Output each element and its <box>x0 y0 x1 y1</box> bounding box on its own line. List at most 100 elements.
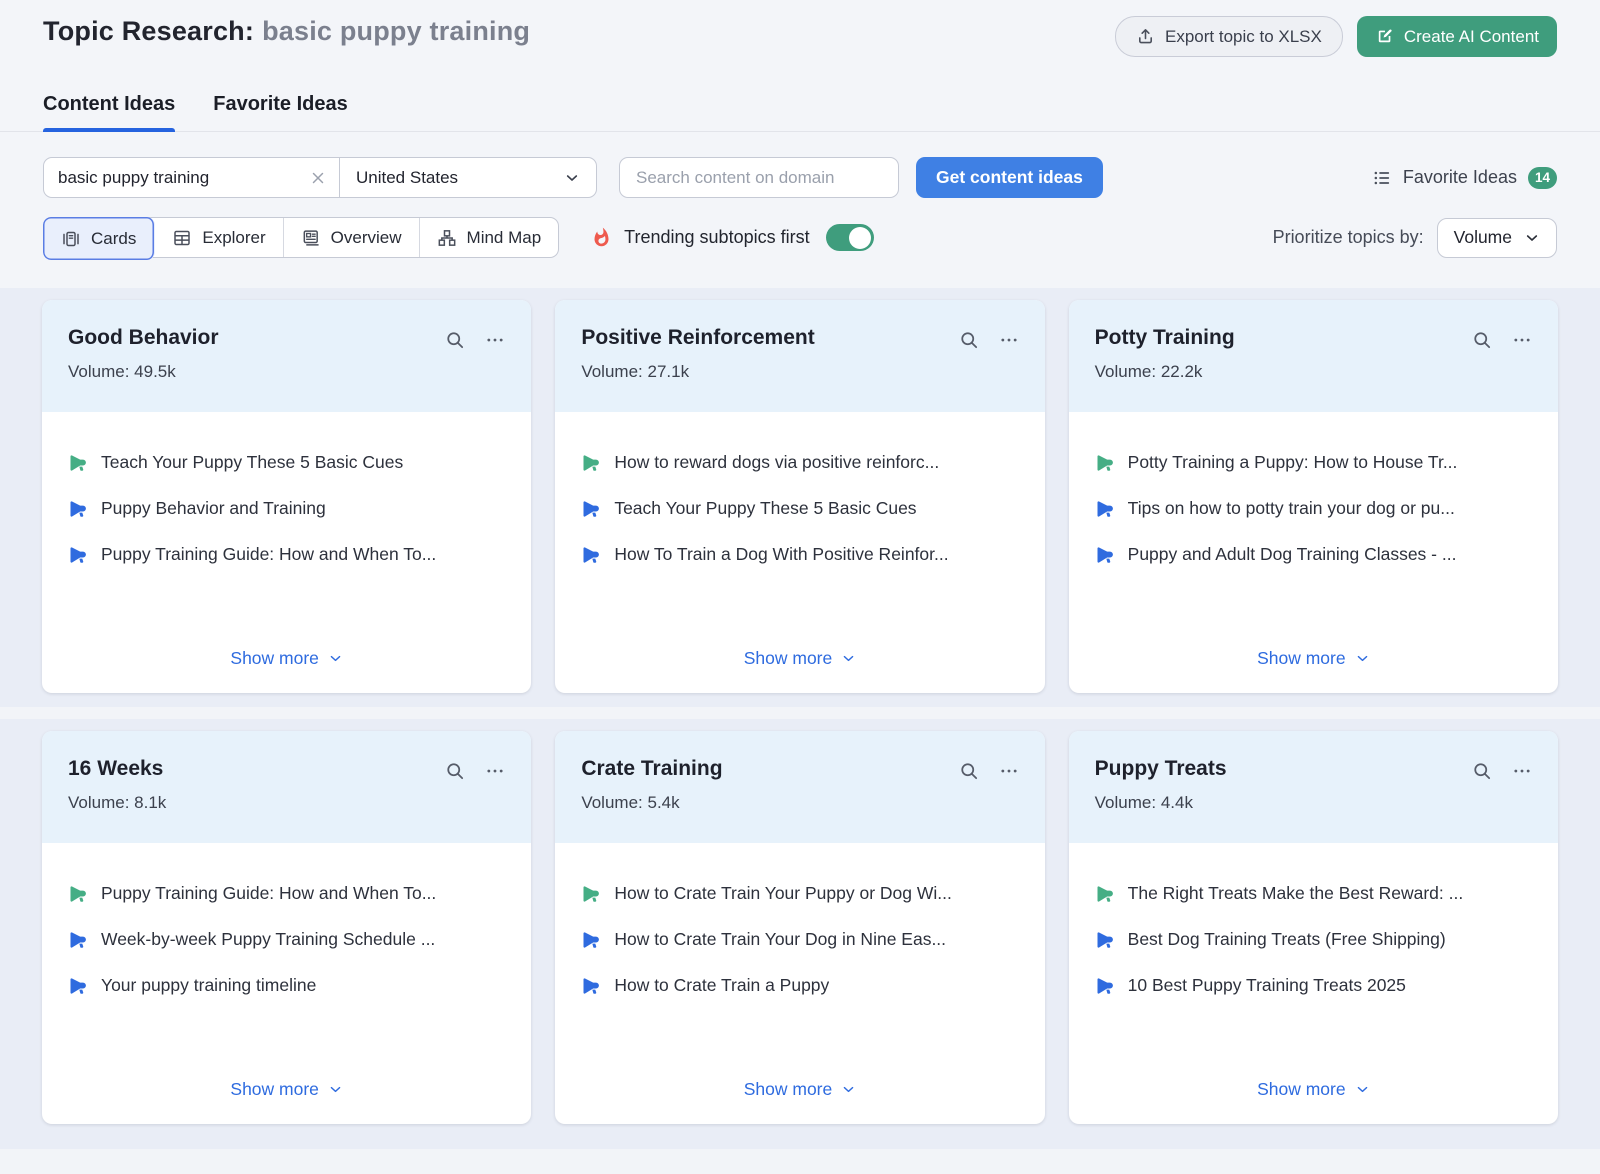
clear-keyword-icon[interactable] <box>309 169 327 187</box>
tab-favorite-ideas[interactable]: Favorite Ideas <box>213 93 348 131</box>
search-topic-icon[interactable] <box>959 761 979 781</box>
favorites-count-badge: 14 <box>1528 167 1557 189</box>
megaphone-icon <box>68 976 88 996</box>
list-icon <box>1372 168 1392 188</box>
chevron-down-icon <box>841 651 856 666</box>
megaphone-icon <box>581 884 601 904</box>
content-idea[interactable]: How to Crate Train a Puppy <box>581 975 1018 996</box>
content-idea[interactable]: Puppy Training Guide: How and When To... <box>68 544 505 565</box>
more-options-icon[interactable] <box>485 330 505 350</box>
content-idea[interactable]: Puppy Behavior and Training <box>68 498 505 519</box>
content-idea[interactable]: The Right Treats Make the Best Reward: .… <box>1095 883 1532 904</box>
overview-icon <box>301 228 321 248</box>
chevron-down-icon <box>328 1082 343 1097</box>
search-topic-icon[interactable] <box>1472 330 1492 350</box>
keyword-country-group: United States <box>43 157 597 198</box>
more-options-icon[interactable] <box>485 761 505 781</box>
chevron-down-icon <box>1355 1082 1370 1097</box>
content-idea[interactable]: Your puppy training timeline <box>68 975 505 996</box>
topic-card-body: How to Crate Train Your Puppy or Dog Wi.… <box>555 843 1044 1124</box>
cards-section-row2: 16 Weeks Volume: 8.1k Puppy Training Gui… <box>0 719 1600 1149</box>
tab-content-ideas[interactable]: Content Ideas <box>43 93 175 131</box>
topic-card-body: How to reward dogs via positive reinforc… <box>555 412 1044 693</box>
toggle-knob <box>849 227 871 249</box>
content-idea[interactable]: Potty Training a Puppy: How to House Tr.… <box>1095 452 1532 473</box>
topic-card-header: Good Behavior Volume: 49.5k <box>42 300 531 412</box>
topic-card-positive-reinforcement: Positive Reinforcement Volume: 27.1k How… <box>555 300 1044 693</box>
megaphone-icon <box>68 545 88 565</box>
more-options-icon[interactable] <box>999 330 1019 350</box>
get-content-ideas-button[interactable]: Get content ideas <box>916 157 1103 198</box>
show-more-button[interactable]: Show more <box>230 648 343 675</box>
content-idea[interactable]: Best Dog Training Treats (Free Shipping) <box>1095 929 1532 950</box>
header-actions: Export topic to XLSX Create AI Content <box>1115 16 1557 57</box>
more-options-icon[interactable] <box>1512 330 1532 350</box>
topic-title[interactable]: Puppy Treats <box>1095 757 1227 781</box>
trending-label: Trending subtopics first <box>624 227 809 248</box>
content-idea[interactable]: Week-by-week Puppy Training Schedule ... <box>68 929 505 950</box>
topic-volume: Volume: 22.2k <box>1095 362 1235 382</box>
megaphone-icon <box>1095 453 1115 473</box>
topic-card-body: The Right Treats Make the Best Reward: .… <box>1069 843 1558 1124</box>
topic-title[interactable]: Crate Training <box>581 757 722 781</box>
chevron-down-icon <box>1355 651 1370 666</box>
keyword-input[interactable] <box>58 168 309 188</box>
cards-icon <box>61 229 81 249</box>
topic-title[interactable]: Good Behavior <box>68 326 219 350</box>
content-idea[interactable]: How to Crate Train Your Dog in Nine Eas.… <box>581 929 1018 950</box>
cards-section-row1: Good Behavior Volume: 49.5k Teach Your P… <box>0 288 1600 707</box>
topic-card-body: Teach Your Puppy These 5 Basic Cues Pupp… <box>42 412 531 693</box>
content-idea[interactable]: How to reward dogs via positive reinforc… <box>581 452 1018 473</box>
topic-card-good-behavior: Good Behavior Volume: 49.5k Teach Your P… <box>42 300 531 693</box>
search-topic-icon[interactable] <box>445 330 465 350</box>
search-topic-icon[interactable] <box>445 761 465 781</box>
view-explorer-button[interactable]: Explorer <box>155 218 283 257</box>
more-options-icon[interactable] <box>999 761 1019 781</box>
show-more-button[interactable]: Show more <box>1257 648 1370 675</box>
trending-toggle[interactable] <box>826 224 874 251</box>
content-idea[interactable]: Teach Your Puppy These 5 Basic Cues <box>581 498 1018 519</box>
megaphone-icon <box>581 453 601 473</box>
content-idea[interactable]: How To Train a Dog With Positive Reinfor… <box>581 544 1018 565</box>
topic-title[interactable]: 16 Weeks <box>68 757 166 781</box>
domain-search-input[interactable] <box>619 157 899 198</box>
content-idea[interactable]: 10 Best Puppy Training Treats 2025 <box>1095 975 1532 996</box>
megaphone-icon <box>581 930 601 950</box>
table-icon <box>172 228 192 248</box>
megaphone-icon <box>1095 884 1115 904</box>
country-value: United States <box>356 168 458 188</box>
mindmap-icon <box>437 228 457 248</box>
trending-control: Trending subtopics first <box>591 224 873 251</box>
topic-card-potty-training: Potty Training Volume: 22.2k Potty Train… <box>1069 300 1558 693</box>
country-select[interactable]: United States <box>340 158 596 197</box>
create-ai-content-button[interactable]: Create AI Content <box>1357 16 1557 57</box>
show-more-button[interactable]: Show more <box>1257 1079 1370 1106</box>
content-idea[interactable]: Puppy Training Guide: How and When To... <box>68 883 505 904</box>
content-idea[interactable]: How to Crate Train Your Puppy or Dog Wi.… <box>581 883 1018 904</box>
page-title-prefix: Topic Research: <box>43 16 254 46</box>
topic-title[interactable]: Positive Reinforcement <box>581 326 814 350</box>
topic-volume: Volume: 5.4k <box>581 793 722 813</box>
view-cards-button[interactable]: Cards <box>43 217 155 260</box>
view-mindmap-button[interactable]: Mind Map <box>420 218 559 257</box>
view-overview-button[interactable]: Overview <box>284 218 420 257</box>
top-panel: Topic Research:basic puppy training Expo… <box>0 0 1600 288</box>
search-topic-icon[interactable] <box>959 330 979 350</box>
prioritize-control: Prioritize topics by: Volume <box>1273 218 1557 258</box>
content-idea[interactable]: Puppy and Adult Dog Training Classes - .… <box>1095 544 1532 565</box>
search-topic-icon[interactable] <box>1472 761 1492 781</box>
tabs: Content Ideas Favorite Ideas <box>0 93 1600 132</box>
show-more-button[interactable]: Show more <box>744 648 857 675</box>
export-xlsx-button[interactable]: Export topic to XLSX <box>1115 16 1343 57</box>
content-idea[interactable]: Tips on how to potty train your dog or p… <box>1095 498 1532 519</box>
keyword-box <box>44 158 340 197</box>
show-more-button[interactable]: Show more <box>744 1079 857 1106</box>
topic-title[interactable]: Potty Training <box>1095 326 1235 350</box>
favorite-ideas-link[interactable]: Favorite Ideas 14 <box>1372 167 1557 189</box>
more-options-icon[interactable] <box>1512 761 1532 781</box>
prioritize-select[interactable]: Volume <box>1437 218 1557 258</box>
topic-card-16-weeks: 16 Weeks Volume: 8.1k Puppy Training Gui… <box>42 731 531 1124</box>
show-more-button[interactable]: Show more <box>230 1079 343 1106</box>
prioritize-value: Volume <box>1454 227 1512 248</box>
content-idea[interactable]: Teach Your Puppy These 5 Basic Cues <box>68 452 505 473</box>
